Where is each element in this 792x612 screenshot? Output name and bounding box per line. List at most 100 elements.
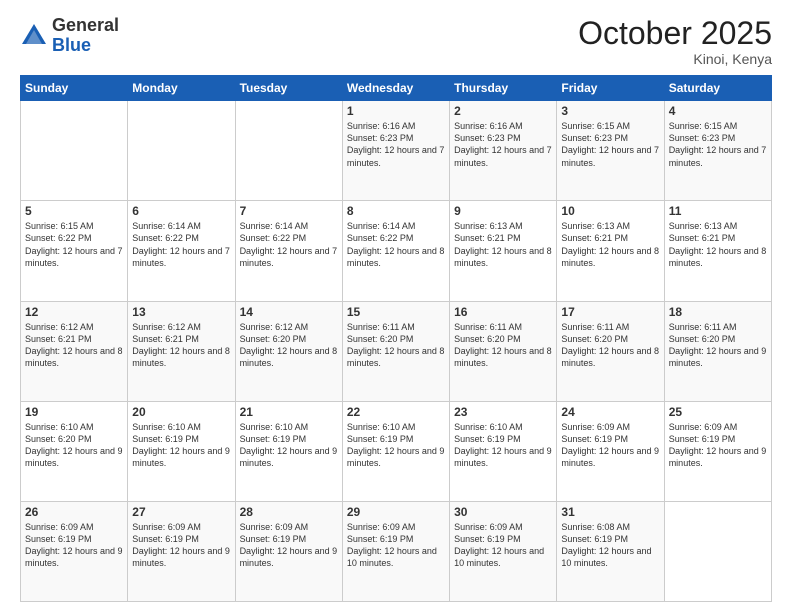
day-info: Sunrise: 6:08 AMSunset: 6:19 PMDaylight:… bbox=[561, 521, 659, 570]
logo: General Blue bbox=[20, 16, 119, 56]
day-info: Sunrise: 6:10 AMSunset: 6:19 PMDaylight:… bbox=[454, 421, 552, 470]
day-header-friday: Friday bbox=[557, 76, 664, 101]
calendar-cell: 28Sunrise: 6:09 AMSunset: 6:19 PMDayligh… bbox=[235, 501, 342, 601]
day-number: 22 bbox=[347, 405, 445, 419]
calendar-header-row: SundayMondayTuesdayWednesdayThursdayFrid… bbox=[21, 76, 772, 101]
day-number: 10 bbox=[561, 204, 659, 218]
calendar-cell: 3 Sunrise: 6:15 AMSunset: 6:23 PMDaylight… bbox=[557, 101, 664, 201]
day-number: 5 bbox=[25, 204, 123, 218]
logo-blue-text: Blue bbox=[52, 35, 91, 55]
calendar-cell: 20 Sunrise: 6:10 AMSunset: 6:19 PMDayligh… bbox=[128, 401, 235, 501]
calendar: SundayMondayTuesdayWednesdayThursdayFrid… bbox=[20, 75, 772, 602]
day-number: 13 bbox=[132, 305, 230, 319]
day-info: Sunrise: 6:15 AMSunset: 6:23 PMDaylight:… bbox=[669, 120, 767, 169]
calendar-cell: 9 Sunrise: 6:13 AMSunset: 6:21 PMDaylight… bbox=[450, 201, 557, 301]
day-header-saturday: Saturday bbox=[664, 76, 771, 101]
calendar-cell: 30 Sunrise: 6:09 AMSunset: 6:19 PMDayligh… bbox=[450, 501, 557, 601]
day-info: Sunrise: 6:16 AMSunset: 6:23 PMDaylight:… bbox=[347, 120, 445, 169]
day-number: 2 bbox=[454, 104, 552, 118]
calendar-cell: 27 Sunrise: 6:09 AMSunset: 6:19 PMDayligh… bbox=[128, 501, 235, 601]
calendar-cell: 22 Sunrise: 6:10 AMSunset: 6:19 PMDayligh… bbox=[342, 401, 449, 501]
page: General Blue October 2025 Kinoi, Kenya S… bbox=[0, 0, 792, 612]
calendar-cell: 17 Sunrise: 6:11 AMSunset: 6:20 PMDayligh… bbox=[557, 301, 664, 401]
day-number: 25 bbox=[669, 405, 767, 419]
logo-general-text: General bbox=[52, 15, 119, 35]
calendar-cell: 15 Sunrise: 6:11 AMSunset: 6:20 PMDayligh… bbox=[342, 301, 449, 401]
day-info: Sunrise: 6:13 AMSunset: 6:21 PMDaylight:… bbox=[669, 220, 767, 269]
day-info: Sunrise: 6:14 AMSunset: 6:22 PMDaylight:… bbox=[240, 220, 338, 269]
day-number: 9 bbox=[454, 204, 552, 218]
day-number: 15 bbox=[347, 305, 445, 319]
day-number: 21 bbox=[240, 405, 338, 419]
calendar-cell: 16 Sunrise: 6:11 AMSunset: 6:20 PMDayligh… bbox=[450, 301, 557, 401]
calendar-cell: 19Sunrise: 6:10 AMSunset: 6:20 PMDayligh… bbox=[21, 401, 128, 501]
day-info: Sunrise: 6:12 AMSunset: 6:20 PMDaylight:… bbox=[240, 321, 338, 370]
day-number: 17 bbox=[561, 305, 659, 319]
day-info: Sunrise: 6:11 AMSunset: 6:20 PMDaylight:… bbox=[454, 321, 552, 370]
calendar-week-row: 5 Sunrise: 6:15 AMSunset: 6:22 PMDaylight… bbox=[21, 201, 772, 301]
day-info: Sunrise: 6:11 AMSunset: 6:20 PMDaylight:… bbox=[669, 321, 767, 370]
calendar-cell: 6 Sunrise: 6:14 AMSunset: 6:22 PMDaylight… bbox=[128, 201, 235, 301]
calendar-cell bbox=[128, 101, 235, 201]
day-header-tuesday: Tuesday bbox=[235, 76, 342, 101]
calendar-cell: 31 Sunrise: 6:08 AMSunset: 6:19 PMDayligh… bbox=[557, 501, 664, 601]
day-info: Sunrise: 6:10 AMSunset: 6:19 PMDaylight:… bbox=[240, 421, 338, 470]
day-info: Sunrise: 6:09 AMSunset: 6:19 PMDaylight:… bbox=[25, 521, 123, 570]
day-info: Sunrise: 6:12 AMSunset: 6:21 PMDaylight:… bbox=[25, 321, 123, 370]
day-number: 8 bbox=[347, 204, 445, 218]
calendar-week-row: 26 Sunrise: 6:09 AMSunset: 6:19 PMDayligh… bbox=[21, 501, 772, 601]
day-number: 31 bbox=[561, 505, 659, 519]
day-info: Sunrise: 6:13 AMSunset: 6:21 PMDaylight:… bbox=[454, 220, 552, 269]
day-info: Sunrise: 6:15 AMSunset: 6:23 PMDaylight:… bbox=[561, 120, 659, 169]
calendar-cell bbox=[235, 101, 342, 201]
day-info: Sunrise: 6:11 AMSunset: 6:20 PMDaylight:… bbox=[347, 321, 445, 370]
calendar-cell: 24Sunrise: 6:09 AMSunset: 6:19 PMDayligh… bbox=[557, 401, 664, 501]
calendar-cell: 10 Sunrise: 6:13 AMSunset: 6:21 PMDayligh… bbox=[557, 201, 664, 301]
calendar-cell bbox=[21, 101, 128, 201]
day-number: 16 bbox=[454, 305, 552, 319]
calendar-cell: 18Sunrise: 6:11 AMSunset: 6:20 PMDayligh… bbox=[664, 301, 771, 401]
calendar-cell: 5 Sunrise: 6:15 AMSunset: 6:22 PMDaylight… bbox=[21, 201, 128, 301]
calendar-cell: 26 Sunrise: 6:09 AMSunset: 6:19 PMDayligh… bbox=[21, 501, 128, 601]
calendar-cell: 14 Sunrise: 6:12 AMSunset: 6:20 PMDayligh… bbox=[235, 301, 342, 401]
day-number: 14 bbox=[240, 305, 338, 319]
day-info: Sunrise: 6:10 AMSunset: 6:19 PMDaylight:… bbox=[347, 421, 445, 470]
day-info: Sunrise: 6:15 AMSunset: 6:22 PMDaylight:… bbox=[25, 220, 123, 269]
calendar-cell: 25Sunrise: 6:09 AMSunset: 6:19 PMDayligh… bbox=[664, 401, 771, 501]
calendar-week-row: 12 Sunrise: 6:12 AMSunset: 6:21 PMDayligh… bbox=[21, 301, 772, 401]
day-number: 12 bbox=[25, 305, 123, 319]
day-number: 23 bbox=[454, 405, 552, 419]
title-block: October 2025 Kinoi, Kenya bbox=[578, 16, 772, 67]
day-info: Sunrise: 6:09 AMSunset: 6:19 PMDaylight:… bbox=[454, 521, 552, 570]
calendar-cell: 4 Sunrise: 6:15 AMSunset: 6:23 PMDaylight… bbox=[664, 101, 771, 201]
calendar-cell: 1Sunrise: 6:16 AMSunset: 6:23 PMDaylight… bbox=[342, 101, 449, 201]
day-number: 11 bbox=[669, 204, 767, 218]
day-number: 30 bbox=[454, 505, 552, 519]
calendar-cell: 7 Sunrise: 6:14 AMSunset: 6:22 PMDaylight… bbox=[235, 201, 342, 301]
day-number: 6 bbox=[132, 204, 230, 218]
calendar-cell: 13Sunrise: 6:12 AMSunset: 6:21 PMDayligh… bbox=[128, 301, 235, 401]
day-info: Sunrise: 6:11 AMSunset: 6:20 PMDaylight:… bbox=[561, 321, 659, 370]
day-info: Sunrise: 6:09 AMSunset: 6:19 PMDaylight:… bbox=[347, 521, 445, 570]
day-number: 7 bbox=[240, 204, 338, 218]
calendar-cell: 29Sunrise: 6:09 AMSunset: 6:19 PMDayligh… bbox=[342, 501, 449, 601]
day-info: Sunrise: 6:13 AMSunset: 6:21 PMDaylight:… bbox=[561, 220, 659, 269]
day-number: 3 bbox=[561, 104, 659, 118]
day-header-sunday: Sunday bbox=[21, 76, 128, 101]
day-info: Sunrise: 6:10 AMSunset: 6:19 PMDaylight:… bbox=[132, 421, 230, 470]
location: Kinoi, Kenya bbox=[578, 51, 772, 67]
day-header-monday: Monday bbox=[128, 76, 235, 101]
day-info: Sunrise: 6:09 AMSunset: 6:19 PMDaylight:… bbox=[132, 521, 230, 570]
day-info: Sunrise: 6:16 AMSunset: 6:23 PMDaylight:… bbox=[454, 120, 552, 169]
day-info: Sunrise: 6:09 AMSunset: 6:19 PMDaylight:… bbox=[561, 421, 659, 470]
day-number: 20 bbox=[132, 405, 230, 419]
day-number: 4 bbox=[669, 104, 767, 118]
calendar-cell: 2 Sunrise: 6:16 AMSunset: 6:23 PMDaylight… bbox=[450, 101, 557, 201]
day-number: 27 bbox=[132, 505, 230, 519]
day-number: 26 bbox=[25, 505, 123, 519]
calendar-cell: 23 Sunrise: 6:10 AMSunset: 6:19 PMDayligh… bbox=[450, 401, 557, 501]
day-info: Sunrise: 6:14 AMSunset: 6:22 PMDaylight:… bbox=[347, 220, 445, 269]
calendar-cell: 21 Sunrise: 6:10 AMSunset: 6:19 PMDayligh… bbox=[235, 401, 342, 501]
calendar-week-row: 1Sunrise: 6:16 AMSunset: 6:23 PMDaylight… bbox=[21, 101, 772, 201]
day-info: Sunrise: 6:14 AMSunset: 6:22 PMDaylight:… bbox=[132, 220, 230, 269]
